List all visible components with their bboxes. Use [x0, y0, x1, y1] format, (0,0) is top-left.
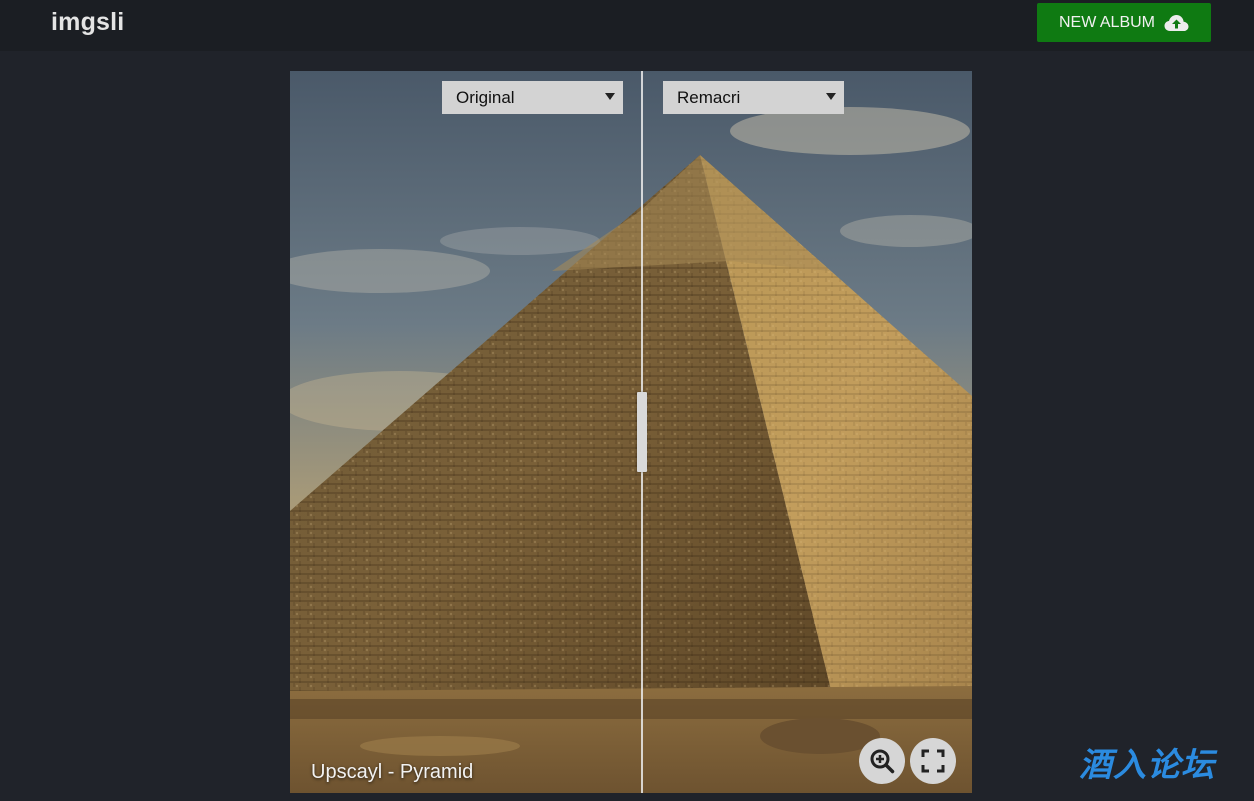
chevron-down-icon: [826, 93, 836, 100]
comparison-slider-handle[interactable]: [637, 392, 647, 472]
fullscreen-icon: [921, 749, 945, 773]
album-caption: Upscayl - Pyramid: [311, 761, 474, 783]
right-image-select[interactable]: Remacri: [663, 81, 844, 114]
chevron-down-icon: [605, 93, 615, 100]
forum-watermark: 酒入论坛: [1079, 746, 1215, 783]
new-album-button[interactable]: NEW ALBUM: [1037, 3, 1211, 42]
pyramid-photo: [290, 71, 972, 793]
image-comparison-viewer[interactable]: Original Remacri Upscayl - Pyramid: [290, 71, 972, 793]
fullscreen-button[interactable]: [910, 738, 956, 784]
top-bar: imgsli NEW ALBUM: [0, 0, 1254, 51]
zoom-button[interactable]: [859, 738, 905, 784]
brand-logo[interactable]: imgsli: [51, 8, 124, 37]
left-select-value: Original: [456, 87, 515, 107]
new-album-label: NEW ALBUM: [1058, 13, 1155, 31]
cloud-upload-icon: [1164, 14, 1189, 31]
right-select-value: Remacri: [677, 87, 741, 107]
left-image-select[interactable]: Original: [442, 81, 623, 114]
zoom-in-icon: [870, 749, 895, 774]
